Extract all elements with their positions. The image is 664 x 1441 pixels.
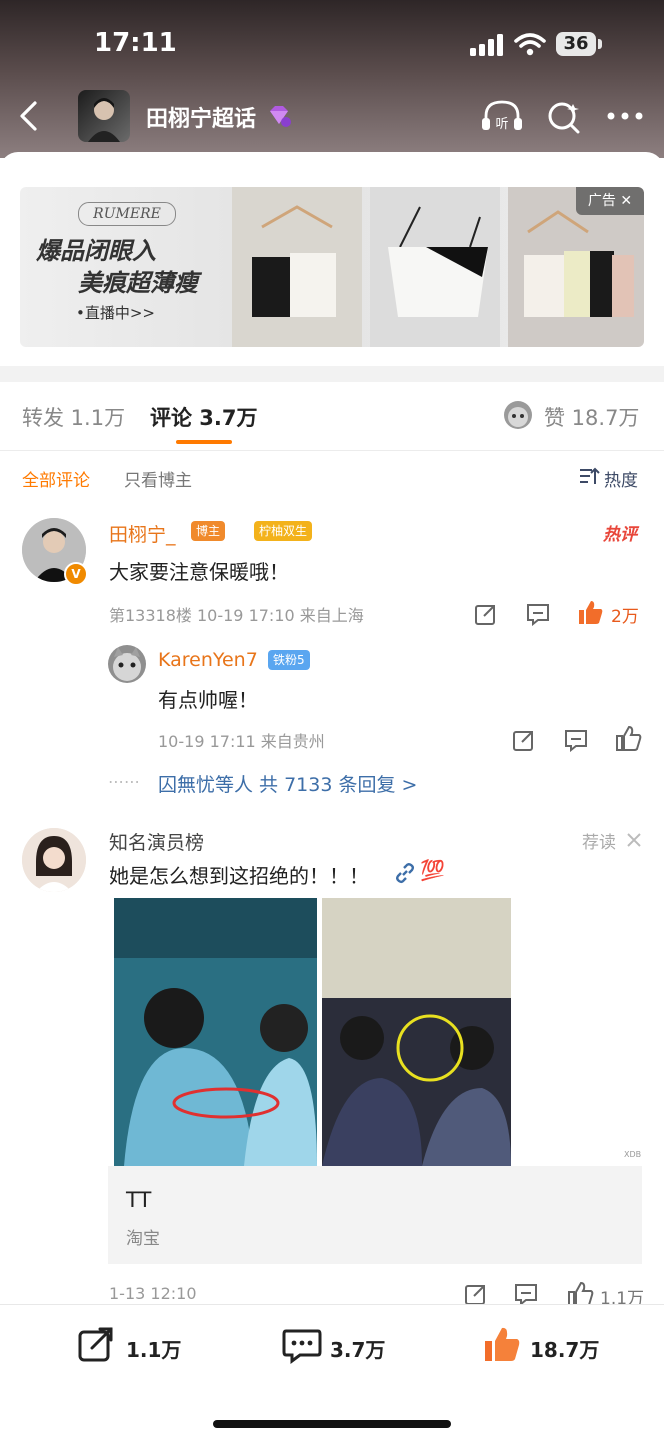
like-thumb-icon[interactable]	[576, 598, 604, 626]
battery-indicator: 36	[556, 32, 596, 56]
wifi-icon	[514, 33, 546, 56]
reply-username[interactable]: KarenYen7	[158, 649, 258, 671]
comment-meta: 第13318楼 10-19 17:10 来自上海	[109, 606, 364, 625]
comment-photo-2[interactable]	[322, 898, 511, 1166]
status-time: 17:11	[94, 28, 177, 58]
comment-text: 她是怎么想到这招绝的！！！	[109, 864, 369, 888]
hundred-points-emoji: 💯	[420, 858, 445, 882]
ad-brand: RUMERE	[78, 202, 176, 226]
sort-icon[interactable]	[578, 466, 600, 486]
iron-fan-badge: 铁粉5	[268, 650, 310, 670]
commenter-avatar[interactable]	[22, 828, 86, 892]
ad-headline-1: 爆品闭眼入	[36, 237, 156, 265]
reply-icon[interactable]	[514, 1282, 538, 1306]
like-thumb-icon[interactable]	[566, 1280, 594, 1306]
ad-banner[interactable]: RUMERE 爆品闭眼入 美痕超薄瘦 •直播中>> 广告 ✕	[20, 187, 644, 347]
image-watermark: XDB	[624, 1150, 642, 1159]
reply-meta: 10-19 17:11 来自贵州	[158, 732, 325, 751]
repost-count[interactable]: 1.1万	[126, 1334, 181, 1363]
reply-text: 有点帅喔！	[158, 688, 258, 712]
hot-comment-label: 热评	[603, 525, 637, 545]
svg-text:听: 听	[495, 117, 508, 132]
like-thumb-icon[interactable]	[482, 1324, 522, 1364]
verified-badge-icon: V	[64, 562, 88, 586]
ad-close-tag[interactable]: 广告 ✕	[576, 187, 644, 215]
comment-username[interactable]: 知名演员榜	[109, 828, 204, 855]
close-icon[interactable]	[626, 832, 642, 848]
author-badge: 博主	[191, 521, 226, 541]
comment-count[interactable]: 3.7万	[330, 1334, 385, 1363]
link-card-source: 淘宝	[126, 1229, 160, 1249]
topic-title[interactable]: 田栩宁超话	[146, 101, 256, 133]
section-divider	[0, 366, 664, 382]
more-options-icon[interactable]	[606, 110, 644, 122]
fan-group-badge: 柠柚双生	[254, 521, 313, 541]
listen-headphones-icon[interactable]: 听	[480, 98, 524, 134]
reply-icon[interactable]	[564, 728, 588, 752]
ad-product-image-1	[232, 187, 362, 347]
more-replies-link[interactable]: 囚無忧等人 共 7133 条回复 >	[158, 770, 417, 797]
link-card-title: TT	[126, 1188, 152, 1212]
share-icon[interactable]	[464, 1282, 488, 1306]
ad-live-link[interactable]: •直播中>>	[76, 302, 155, 323]
home-indicator[interactable]	[213, 1420, 451, 1428]
tab-comments[interactable]: 评论 3.7万	[150, 402, 258, 432]
link-icon[interactable]	[394, 862, 416, 884]
like-count[interactable]: 18.7万	[530, 1334, 599, 1363]
ad-headline-2: 美痕超薄瘦	[78, 269, 198, 297]
comment-text: 大家要注意保暖哦！	[109, 560, 289, 584]
repost-icon[interactable]	[78, 1326, 116, 1364]
filter-author-only[interactable]: 只看博主	[124, 466, 192, 491]
reply-dots: ⋯⋯	[108, 772, 140, 791]
search-icon[interactable]	[546, 100, 582, 134]
comment-photo-1[interactable]	[114, 898, 317, 1166]
back-arrow-icon[interactable]	[16, 100, 40, 132]
battery-nub	[598, 39, 602, 49]
comment-meta: 1-13 12:10	[109, 1284, 197, 1303]
recommend-label: 荐读	[582, 833, 616, 853]
sort-by-heat[interactable]: 热度	[604, 466, 638, 491]
comment-image-grid[interactable]: XDB	[108, 898, 642, 1166]
cellular-signal-icon	[470, 34, 503, 56]
comment-icon[interactable]	[282, 1328, 322, 1364]
reply-avatar[interactable]	[108, 645, 146, 683]
share-icon[interactable]	[474, 602, 498, 626]
tabs-divider	[0, 450, 664, 451]
tab-active-indicator	[176, 440, 232, 444]
super-topic-diamond-icon	[270, 106, 291, 127]
tab-likes[interactable]: 赞 18.7万	[544, 402, 639, 432]
ad-product-image-2	[370, 187, 500, 347]
top-header: 17:11 36 田栩宁超话 听	[0, 0, 664, 158]
reply-icon[interactable]	[526, 602, 550, 626]
topic-avatar[interactable]	[78, 90, 130, 142]
filter-all-comments[interactable]: 全部评论	[22, 466, 90, 491]
link-card[interactable]: TT 淘宝	[108, 1166, 642, 1264]
like-thumb-icon[interactable]	[614, 724, 642, 752]
share-icon[interactable]	[512, 728, 536, 752]
tab-repost[interactable]: 转发 1.1万	[22, 402, 125, 432]
comment-like-count: 2万	[611, 607, 639, 627]
comment-username[interactable]: 田栩宁_	[109, 520, 176, 547]
liker-avatar	[504, 401, 532, 429]
